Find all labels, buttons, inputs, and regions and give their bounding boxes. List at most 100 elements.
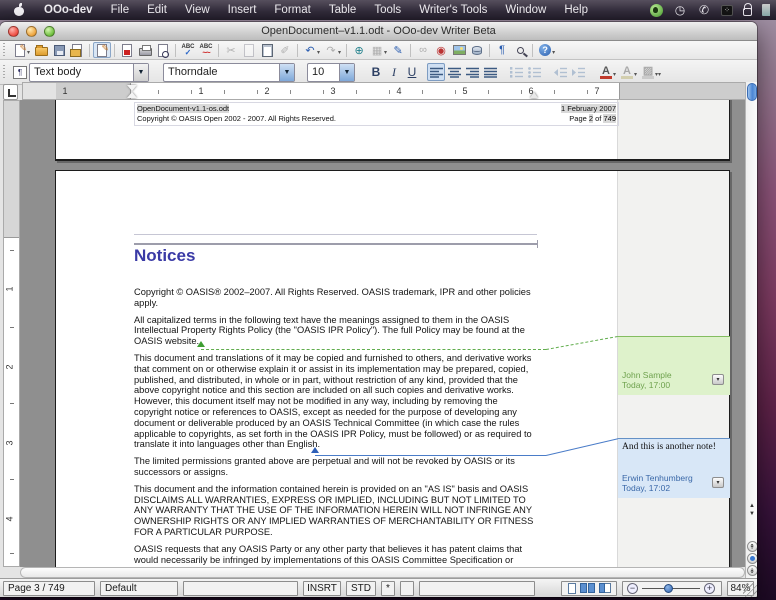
- navigator-icon[interactable]: ◉: [432, 42, 450, 58]
- toolbar-grip[interactable]: [3, 43, 8, 57]
- document-text[interactable]: Notices Copyright © OASIS® 2002–2007. Al…: [134, 245, 536, 567]
- find-replace-icon[interactable]: ∞: [414, 42, 432, 58]
- email-icon[interactable]: [68, 42, 86, 58]
- scroll-down-icon[interactable]: ▼: [746, 510, 757, 518]
- language-field[interactable]: [183, 581, 298, 596]
- resize-grip[interactable]: [743, 583, 757, 597]
- menu-format[interactable]: Format: [265, 0, 319, 20]
- vertical-scroll-thumb[interactable]: [747, 83, 757, 101]
- book-view-icon[interactable]: [599, 583, 611, 593]
- previous-page-icon[interactable]: ↟: [747, 541, 758, 552]
- decrease-indent-icon[interactable]: [551, 63, 569, 81]
- zoom-slider[interactable]: [642, 583, 700, 594]
- single-page-view-icon[interactable]: [568, 583, 576, 594]
- menu-app[interactable]: OOo-dev: [35, 0, 102, 20]
- table-icon[interactable]: ▦: [368, 42, 386, 58]
- menu-table[interactable]: Table: [320, 0, 366, 20]
- page-3[interactable]: Notices Copyright © OASIS® 2002–2007. Al…: [55, 170, 730, 567]
- menu-writers-tools[interactable]: Writer's Tools: [410, 0, 496, 20]
- comment-anchor-blue[interactable]: [311, 447, 319, 453]
- increase-indent-icon[interactable]: [569, 63, 587, 81]
- note-menu-button[interactable]: ▾: [712, 374, 724, 385]
- horizontal-ruler[interactable]: 1 1 2 3 4 5 6 7: [22, 82, 745, 100]
- save-icon[interactable]: [50, 42, 68, 58]
- title-bar[interactable]: OpenDocument–v1.1.odt - OOo-dev Writer B…: [0, 22, 757, 41]
- horizontal-scrollbar[interactable]: [20, 567, 745, 578]
- italic-button[interactable]: I: [385, 63, 403, 81]
- page-number-field[interactable]: Page 3 / 749: [3, 581, 95, 596]
- document-workspace[interactable]: OpenDocument-v1.1-os.odt Copyright © OAS…: [20, 100, 745, 567]
- menu-tools[interactable]: Tools: [365, 0, 410, 20]
- open-icon[interactable]: [32, 42, 50, 58]
- comment-note-green[interactable]: John SampleToday, 17:00 ▾: [618, 336, 730, 395]
- spellcheck-icon[interactable]: ABC✓: [179, 42, 197, 58]
- undo-icon[interactable]: ↶: [301, 42, 319, 58]
- menu-view[interactable]: View: [176, 0, 219, 20]
- format-paintbrush-icon[interactable]: ✐: [276, 42, 294, 58]
- help-icon[interactable]: ?: [536, 42, 554, 58]
- align-right-button[interactable]: [463, 63, 481, 81]
- spaces-icon[interactable]: ⁘: [721, 5, 733, 16]
- zoom-slider-thumb[interactable]: [664, 584, 673, 593]
- vertical-scrollbar[interactable]: ▲ ▼ ↟ ↡: [745, 82, 757, 578]
- tab-stop-selector[interactable]: [3, 84, 18, 100]
- paste-icon[interactable]: [258, 42, 276, 58]
- menu-file[interactable]: File: [102, 0, 139, 20]
- zoom-in-icon[interactable]: +: [704, 583, 715, 594]
- left-indent-marker[interactable]: [127, 85, 137, 91]
- apply-style-dropdown-icon[interactable]: ▼: [133, 64, 148, 81]
- apple-menu-icon[interactable]: [14, 4, 25, 16]
- chat-icon[interactable]: [650, 4, 663, 17]
- bullet-list-icon[interactable]: [525, 63, 543, 81]
- font-color-dropdown-icon[interactable]: ▾: [613, 71, 616, 78]
- underline-button[interactable]: U: [403, 63, 421, 81]
- menu-window[interactable]: Window: [496, 0, 555, 20]
- draw-functions-icon[interactable]: ✎: [389, 42, 407, 58]
- menu-help[interactable]: Help: [555, 0, 597, 20]
- hyperlink-icon[interactable]: ⊕: [350, 42, 368, 58]
- time-machine-icon[interactable]: ◷: [673, 3, 687, 17]
- data-sources-icon[interactable]: [468, 42, 486, 58]
- justify-button[interactable]: [481, 63, 499, 81]
- font-name-dropdown-icon[interactable]: ▼: [279, 64, 294, 81]
- next-page-icon[interactable]: ↡: [747, 565, 758, 576]
- phone-icon[interactable]: ✆: [697, 3, 711, 17]
- auto-spellcheck-icon[interactable]: ABC~~: [197, 42, 215, 58]
- zoom-out-icon[interactable]: −: [627, 583, 638, 594]
- zoom-icon[interactable]: [511, 42, 529, 58]
- formatting-overflow-icon[interactable]: ▾: [658, 71, 661, 78]
- edit-file-icon[interactable]: [93, 42, 111, 58]
- background-color-icon[interactable]: ▨: [639, 63, 657, 81]
- comment-anchor-green[interactable]: [197, 341, 205, 347]
- page-style-field[interactable]: Default: [100, 581, 178, 596]
- font-size-combo[interactable]: 10 ▼: [307, 63, 355, 82]
- apply-style-combo[interactable]: Text body ▼: [29, 63, 149, 82]
- bold-button[interactable]: B: [367, 63, 385, 81]
- page-2[interactable]: OpenDocument-v1.1-os.odt Copyright © OAS…: [55, 100, 730, 161]
- scroll-up-icon[interactable]: ▲: [746, 502, 757, 510]
- navigation-icon[interactable]: [747, 553, 758, 564]
- menu-edit[interactable]: Edit: [138, 0, 176, 20]
- input-menu-icon[interactable]: [762, 4, 770, 16]
- note-menu-button[interactable]: ▾: [712, 477, 724, 488]
- align-center-button[interactable]: [445, 63, 463, 81]
- menu-insert[interactable]: Insert: [219, 0, 266, 20]
- toolbar-grip2[interactable]: [3, 65, 8, 79]
- vertical-ruler[interactable]: 1 2 3 4: [3, 100, 20, 567]
- print-icon[interactable]: [136, 42, 154, 58]
- highlighting-icon[interactable]: A: [618, 63, 636, 81]
- font-size-dropdown-icon[interactable]: ▼: [339, 64, 354, 81]
- insert-mode-field[interactable]: INSRT: [303, 581, 341, 596]
- redo-icon[interactable]: ↷: [322, 42, 340, 58]
- selection-mode-field[interactable]: STD: [346, 581, 376, 596]
- comment-note-blue[interactable]: And this is another note! Erwin Tenhumbe…: [618, 438, 730, 498]
- align-left-button[interactable]: [427, 63, 445, 81]
- numbered-list-icon[interactable]: [507, 63, 525, 81]
- cut-icon[interactable]: ✂: [222, 42, 240, 58]
- page-preview-icon[interactable]: [154, 42, 172, 58]
- styles-formatting-icon[interactable]: ¶: [11, 64, 29, 80]
- lock-icon[interactable]: [743, 8, 752, 16]
- new-document-icon[interactable]: [11, 42, 29, 58]
- font-name-combo[interactable]: Thorndale ▼: [163, 63, 295, 82]
- copy-icon[interactable]: [240, 42, 258, 58]
